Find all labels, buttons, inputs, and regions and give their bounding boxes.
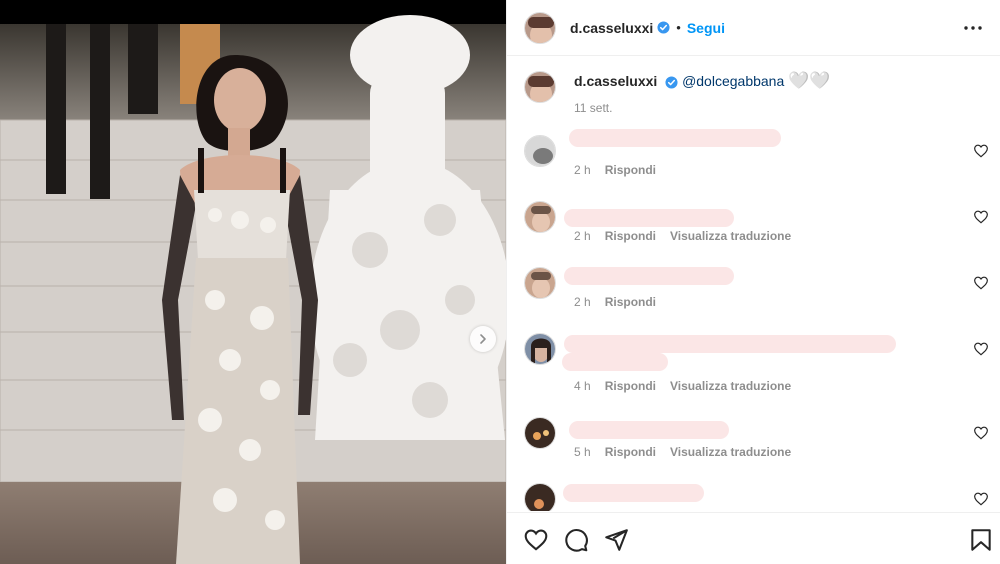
verified-badge-icon [657,21,670,34]
comment-text-redacted [564,209,734,227]
comment-time[interactable]: 4 h [574,379,591,393]
translate-button[interactable]: Visualizza traduzione [670,379,791,393]
author-avatar[interactable] [524,11,556,44]
heart-icon[interactable] [973,209,989,225]
comments-list[interactable]: d.casseluxxi @dolcegabbana 🤍🤍 11 sett. 2… [507,57,1000,511]
action-bar [507,512,1000,564]
share-icon[interactable] [603,527,629,553]
caption-time[interactable]: 11 sett. [574,101,974,115]
comment-meta: 2 h Rispondi [574,163,656,177]
commenter-avatar[interactable] [524,135,556,167]
next-photo-button[interactable] [470,326,496,352]
heart-icon[interactable] [973,491,989,507]
heart-icon[interactable] [973,275,989,291]
comment-meta: 5 h Rispondi Visualizza traduzione [574,445,791,459]
follow-button[interactable]: Segui [687,20,725,36]
comment-item: 2 h Rispondi [524,267,989,317]
comment-time[interactable]: 2 h [574,229,591,243]
post-photo [0,0,506,564]
comment-meta: 2 h Rispondi Visualizza traduzione [574,229,791,243]
reply-button[interactable]: Rispondi [605,163,656,177]
more-horizontal-icon [964,26,982,30]
chevron-right-icon [480,334,486,344]
comment-time[interactable]: 2 h [574,295,591,309]
comment-text-redacted [563,484,704,502]
comment-text-redacted [569,421,729,439]
comment-time[interactable]: 2 h [574,163,591,177]
comment-item [524,483,989,511]
commenter-avatar[interactable] [524,417,556,449]
bookmark-icon[interactable] [968,527,994,553]
reply-button[interactable]: Rispondi [605,379,656,393]
caption-author[interactable]: d.casseluxxi [574,73,657,89]
comment-time[interactable]: 5 h [574,445,591,459]
comment-text-redacted [569,129,781,147]
author-username[interactable]: d.casseluxxi [570,20,653,36]
post-media[interactable] [0,0,506,564]
reply-button[interactable]: Rispondi [605,295,656,309]
heart-icon[interactable] [973,341,989,357]
author-avatar[interactable] [524,71,556,103]
comment-text-redacted [564,267,734,285]
comment-item: 2 h Rispondi [524,129,989,185]
comment-meta: 2 h Rispondi [574,295,656,309]
translate-button[interactable]: Visualizza traduzione [670,445,791,459]
heart-icon[interactable] [973,425,989,441]
commenter-avatar[interactable] [524,333,556,365]
caption-mention[interactable]: @dolcegabbana [682,73,784,89]
reply-button[interactable]: Rispondi [605,445,656,459]
heart-icon[interactable] [973,143,989,159]
more-options-button[interactable] [959,14,987,42]
reply-button[interactable]: Rispondi [605,229,656,243]
comment-text-redacted [562,353,668,371]
verified-badge-icon [665,76,678,89]
comment-text-redacted [564,335,896,353]
comment-item: 4 h Rispondi Visualizza traduzione [524,333,989,393]
commenter-avatar[interactable] [524,201,556,233]
comment-meta: 4 h Rispondi Visualizza traduzione [574,379,791,393]
post-header: d.casseluxxi • Segui [507,0,1000,56]
post-panel: d.casseluxxi • Segui d.casseluxxi @dolce… [506,0,1000,564]
translate-button[interactable]: Visualizza traduzione [670,229,791,243]
commenter-avatar[interactable] [524,267,556,299]
separator-dot: • [676,20,681,35]
commenter-avatar[interactable] [524,483,556,511]
heart-icon[interactable] [523,527,549,553]
comment-item: 2 h Rispondi Visualizza traduzione [524,201,989,251]
comment-item: 5 h Rispondi Visualizza traduzione [524,417,989,467]
comment-icon[interactable] [563,527,589,553]
caption-emoji: 🤍🤍 [788,71,831,90]
